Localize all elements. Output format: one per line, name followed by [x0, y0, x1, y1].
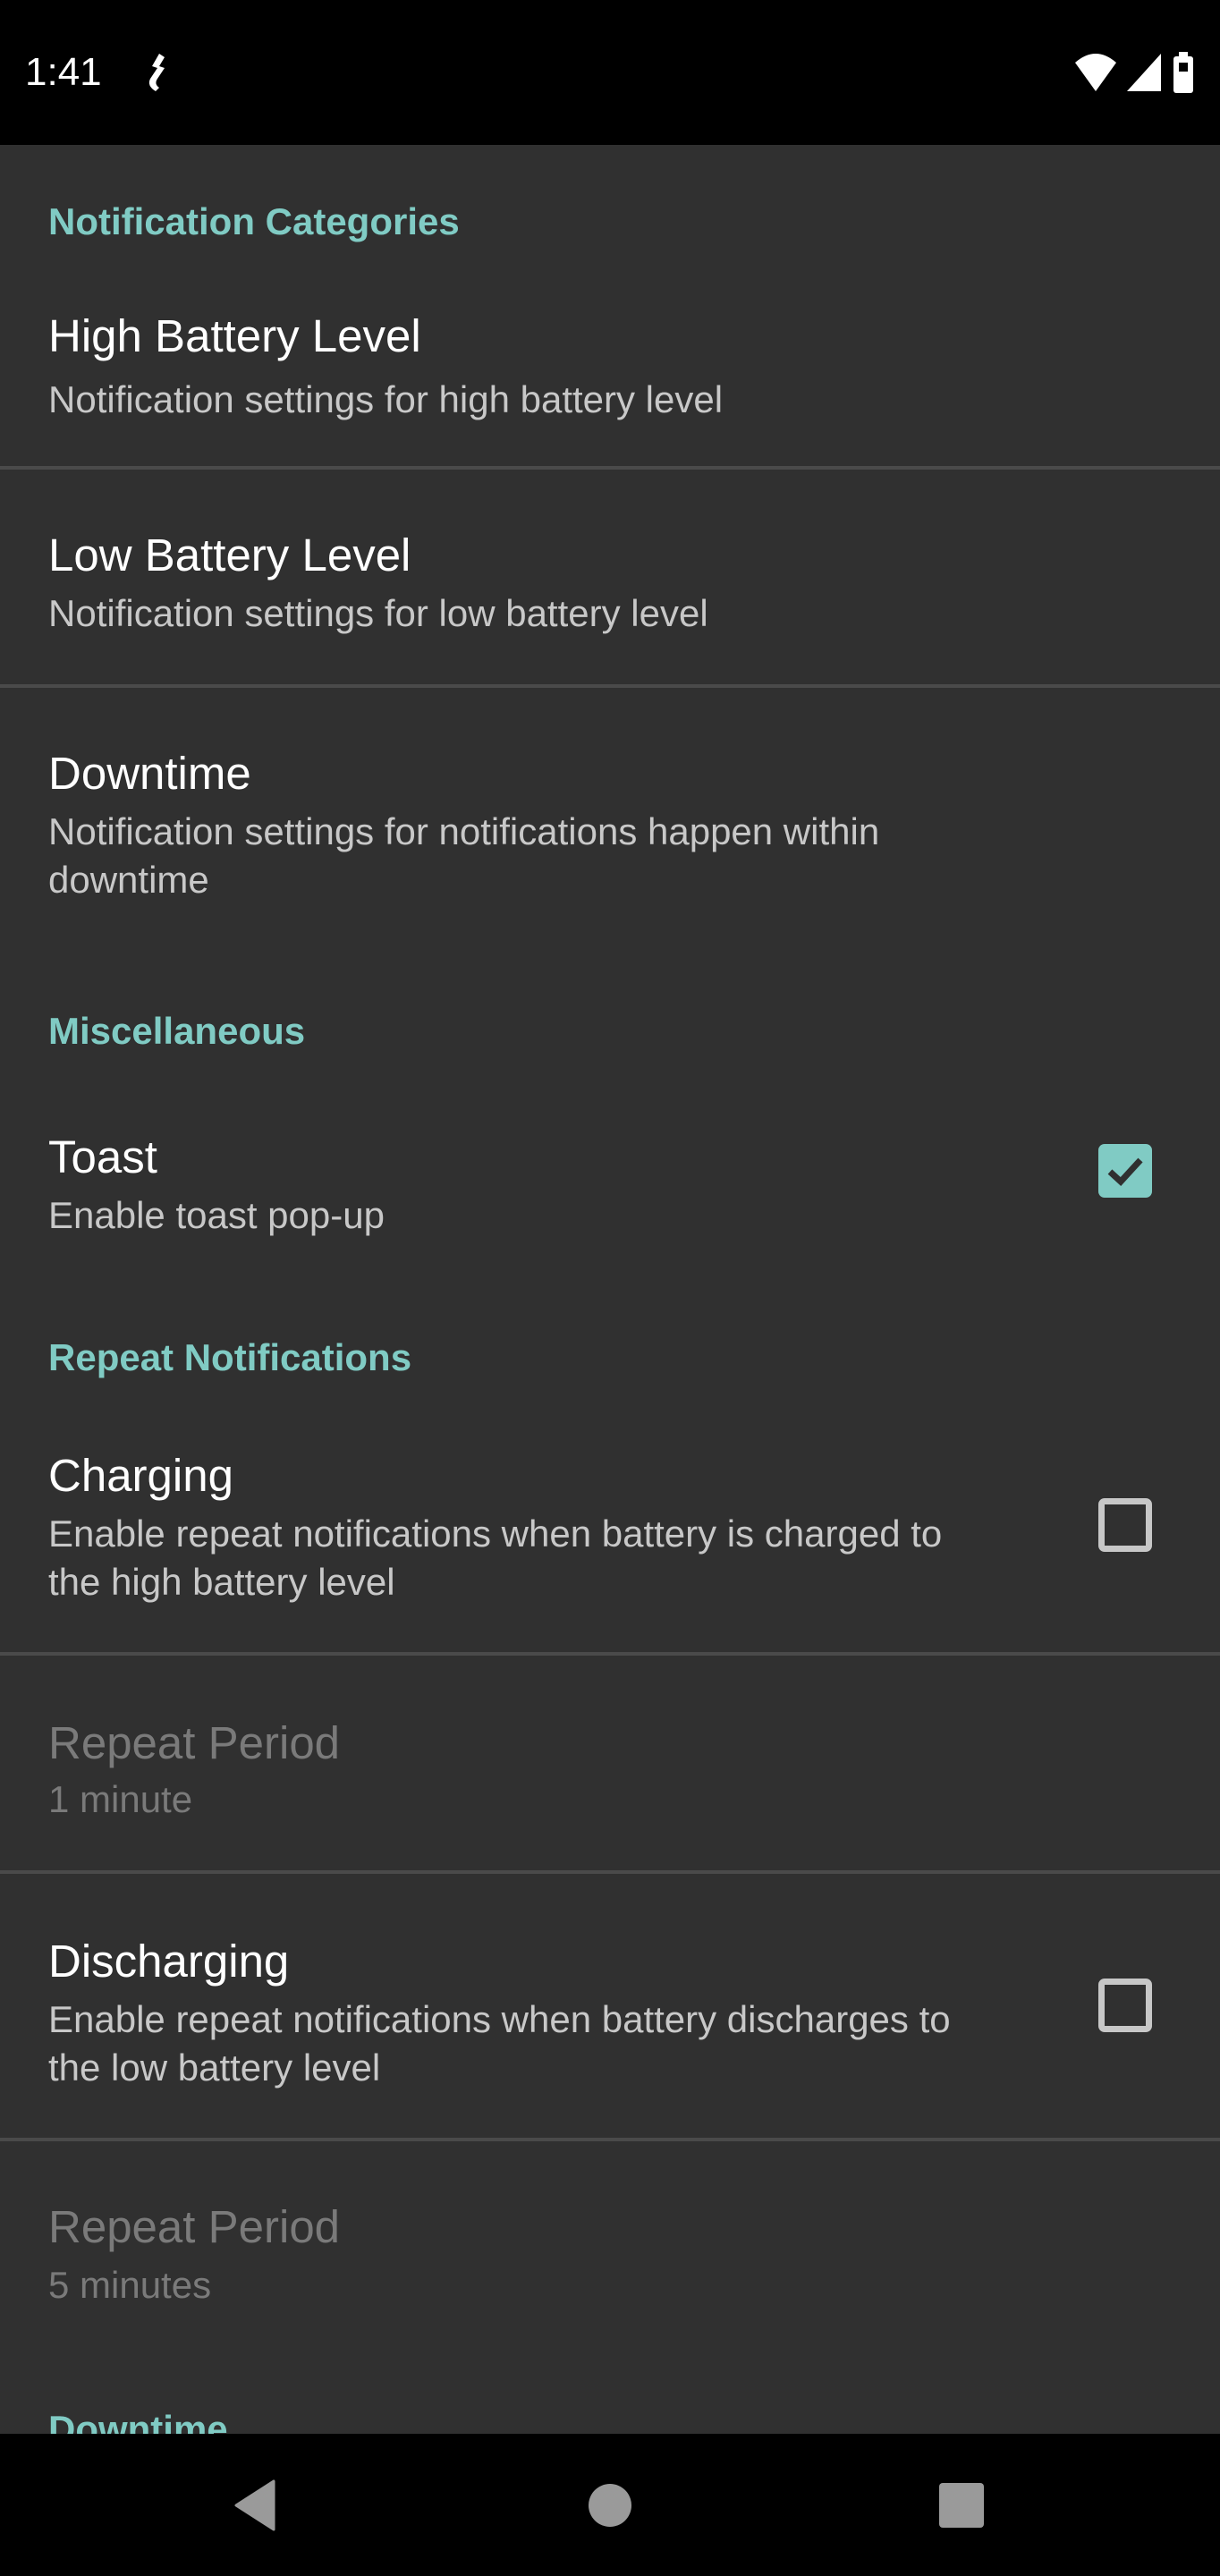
pref-title: Toast: [48, 1131, 157, 1182]
category-miscellaneous: Miscellaneous: [48, 1010, 306, 1052]
wifi-icon: [1075, 54, 1116, 91]
recents-icon: [939, 2483, 984, 2528]
pref-repeat-period-discharging[interactable]: Repeat Period 5 minutes: [0, 2141, 1220, 2356]
pref-title: Low Battery Level: [48, 530, 411, 580]
navigation-bar: [0, 2434, 1220, 2576]
pref-downtime[interactable]: Downtime Notification settings for notif…: [0, 688, 1220, 956]
back-icon: [234, 2479, 275, 2531]
home-button[interactable]: [579, 2477, 641, 2534]
pref-repeat-period-charging[interactable]: Repeat Period 1 minute: [0, 1656, 1220, 1870]
pref-summary: Enable repeat notifications when battery…: [48, 1998, 951, 2089]
toast-checkbox[interactable]: [1098, 1144, 1152, 1198]
back-button[interactable]: [224, 2477, 286, 2534]
pref-title: Charging: [48, 1450, 233, 1501]
pref-title: High Battery Level: [48, 310, 421, 361]
pref-summary: Enable repeat notifications when battery…: [48, 1513, 943, 1603]
settings-list: Notification Categories High Battery Lev…: [0, 145, 1220, 2434]
category-notification-categories: Notification Categories: [48, 200, 460, 242]
battery-icon: [1173, 52, 1193, 93]
status-time: 1:41: [25, 50, 102, 94]
pref-low-battery-level[interactable]: Low Battery Level Notification settings …: [0, 470, 1220, 684]
recents-button[interactable]: [930, 2477, 993, 2534]
discharging-checkbox[interactable]: [1098, 1979, 1152, 2032]
home-icon: [589, 2484, 631, 2527]
pref-summary: 5 minutes: [48, 2264, 212, 2306]
checkmark-icon: [1107, 1157, 1143, 1186]
pref-high-battery-level[interactable]: High Battery Level Notification settings…: [0, 279, 1220, 466]
pref-summary: Notification settings for notifications …: [48, 810, 880, 901]
category-repeat-notifications: Repeat Notifications: [48, 1336, 412, 1378]
pref-discharging[interactable]: Discharging Enable repeat notifications …: [0, 1874, 1220, 2138]
status-bar: 1:41: [0, 0, 1220, 145]
category-downtime: Downtime: [48, 2408, 228, 2434]
pref-summary: Notification settings for low battery le…: [48, 592, 708, 634]
pref-title: Repeat Period: [48, 1717, 341, 1768]
pref-summary: Enable toast pop-up: [48, 1194, 385, 1236]
pref-summary: 1 minute: [48, 1778, 193, 1820]
pref-charging[interactable]: Charging Enable repeat notifications whe…: [0, 1406, 1220, 1652]
pref-title: Downtime: [48, 748, 251, 799]
cell-signal-icon: [1127, 54, 1161, 91]
charging-checkbox[interactable]: [1098, 1498, 1152, 1552]
pref-title: Repeat Period: [48, 2201, 341, 2252]
pref-title: Discharging: [48, 1936, 290, 1987]
pref-toast[interactable]: Toast Enable toast pop-up: [0, 1075, 1220, 1299]
usb-debug-icon: [148, 54, 165, 91]
pref-summary: Notification settings for high battery l…: [48, 378, 724, 420]
